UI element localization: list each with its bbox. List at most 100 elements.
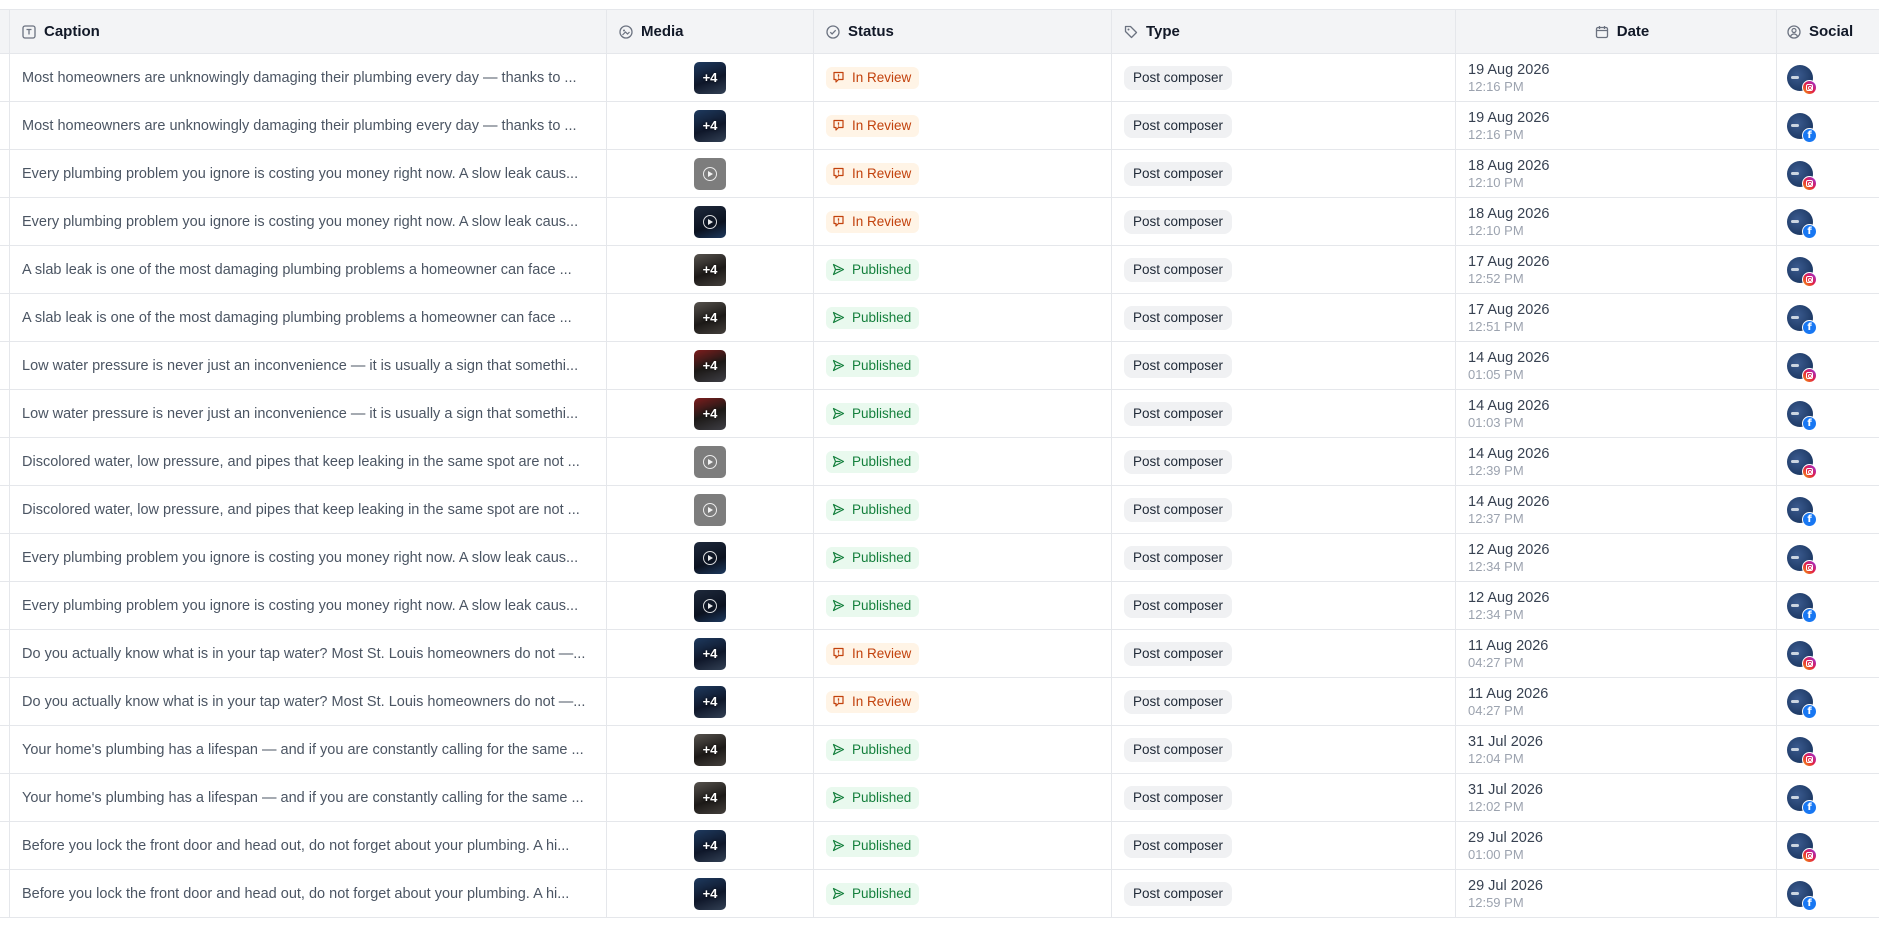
account-avatar[interactable] [1787, 736, 1817, 767]
table-row[interactable]: Do you actually know what is in your tap… [0, 678, 1879, 726]
row-select-cell[interactable] [0, 342, 10, 389]
table-row[interactable]: Every plumbing problem you ignore is cos… [0, 534, 1879, 582]
gallery-thumbnail[interactable]: +4 [694, 733, 726, 766]
caption-cell[interactable]: Every plumbing problem you ignore is cos… [10, 198, 607, 245]
gallery-thumbnail[interactable]: +4 [694, 349, 726, 382]
row-select-cell[interactable] [0, 486, 10, 533]
row-select-cell[interactable] [0, 582, 10, 629]
column-header-caption[interactable]: Caption [10, 10, 607, 53]
account-avatar[interactable]: f [1787, 208, 1817, 239]
gallery-thumbnail[interactable]: +4 [694, 301, 726, 334]
row-select-cell[interactable] [0, 630, 10, 677]
gallery-thumbnail[interactable]: +4 [694, 877, 726, 910]
account-avatar[interactable]: f [1787, 592, 1817, 623]
media-cell[interactable] [607, 198, 814, 245]
account-avatar[interactable] [1787, 160, 1817, 191]
caption-cell[interactable]: Before you lock the front door and head … [10, 822, 607, 869]
account-avatar[interactable] [1787, 640, 1817, 671]
table-row[interactable]: Before you lock the front door and head … [0, 870, 1879, 918]
account-avatar[interactable] [1787, 64, 1817, 95]
caption-cell[interactable]: Most homeowners are unknowingly damaging… [10, 102, 607, 149]
media-cell[interactable]: +4 [607, 342, 814, 389]
table-row[interactable]: A slab leak is one of the most damaging … [0, 246, 1879, 294]
account-avatar[interactable]: f [1787, 304, 1817, 335]
media-cell[interactable] [607, 438, 814, 485]
social-cell[interactable]: f [1777, 774, 1879, 821]
gallery-thumbnail[interactable]: +4 [694, 61, 726, 94]
account-avatar[interactable] [1787, 448, 1817, 479]
media-cell[interactable]: +4 [607, 678, 814, 725]
table-row[interactable]: Before you lock the front door and head … [0, 822, 1879, 870]
media-cell[interactable]: +4 [607, 822, 814, 869]
caption-cell[interactable]: Your home's plumbing has a lifespan — an… [10, 726, 607, 773]
video-thumbnail[interactable] [694, 589, 726, 622]
row-select-cell[interactable] [0, 822, 10, 869]
account-avatar[interactable] [1787, 544, 1817, 575]
table-row[interactable]: Your home's plumbing has a lifespan — an… [0, 774, 1879, 822]
row-select-cell[interactable] [0, 102, 10, 149]
media-cell[interactable]: +4 [607, 54, 814, 101]
row-select-cell[interactable] [0, 774, 10, 821]
social-cell[interactable]: f [1777, 198, 1879, 245]
account-avatar[interactable]: f [1787, 400, 1817, 431]
social-cell[interactable] [1777, 726, 1879, 773]
social-cell[interactable]: f [1777, 390, 1879, 437]
account-avatar[interactable] [1787, 832, 1817, 863]
table-row[interactable]: Discolored water, low pressure, and pipe… [0, 486, 1879, 534]
column-header-media[interactable]: Media [607, 10, 814, 53]
caption-cell[interactable]: Discolored water, low pressure, and pipe… [10, 438, 607, 485]
caption-cell[interactable]: Every plumbing problem you ignore is cos… [10, 582, 607, 629]
gallery-thumbnail[interactable]: +4 [694, 253, 726, 286]
social-cell[interactable] [1777, 54, 1879, 101]
caption-cell[interactable]: A slab leak is one of the most damaging … [10, 246, 607, 293]
video-thumbnail[interactable] [694, 157, 726, 190]
video-thumbnail[interactable] [694, 541, 726, 574]
video-thumbnail[interactable] [694, 205, 726, 238]
account-avatar[interactable]: f [1787, 688, 1817, 719]
media-cell[interactable] [607, 582, 814, 629]
account-avatar[interactable]: f [1787, 880, 1817, 911]
gallery-thumbnail[interactable]: +4 [694, 109, 726, 142]
caption-cell[interactable]: Your home's plumbing has a lifespan — an… [10, 774, 607, 821]
table-row[interactable]: Low water pressure is never just an inco… [0, 342, 1879, 390]
caption-cell[interactable]: A slab leak is one of the most damaging … [10, 294, 607, 341]
social-cell[interactable] [1777, 534, 1879, 581]
column-header-social[interactable]: Social [1777, 10, 1879, 53]
gallery-thumbnail[interactable]: +4 [694, 397, 726, 430]
social-cell[interactable] [1777, 630, 1879, 677]
social-cell[interactable]: f [1777, 486, 1879, 533]
table-row[interactable]: Most homeowners are unknowingly damaging… [0, 54, 1879, 102]
row-select-cell[interactable] [0, 390, 10, 437]
row-select-cell[interactable] [0, 198, 10, 245]
social-cell[interactable]: f [1777, 870, 1879, 917]
social-cell[interactable]: f [1777, 102, 1879, 149]
row-select-cell[interactable] [0, 246, 10, 293]
video-thumbnail[interactable] [694, 493, 726, 526]
media-cell[interactable]: +4 [607, 774, 814, 821]
account-avatar[interactable]: f [1787, 784, 1817, 815]
social-cell[interactable]: f [1777, 582, 1879, 629]
media-cell[interactable] [607, 150, 814, 197]
gallery-thumbnail[interactable]: +4 [694, 781, 726, 814]
media-cell[interactable]: +4 [607, 102, 814, 149]
social-cell[interactable] [1777, 822, 1879, 869]
account-avatar[interactable] [1787, 256, 1817, 287]
gallery-thumbnail[interactable]: +4 [694, 685, 726, 718]
account-avatar[interactable]: f [1787, 112, 1817, 143]
caption-cell[interactable]: Low water pressure is never just an inco… [10, 342, 607, 389]
caption-cell[interactable]: Do you actually know what is in your tap… [10, 678, 607, 725]
gallery-thumbnail[interactable]: +4 [694, 637, 726, 670]
column-header-date[interactable]: Date [1456, 10, 1777, 53]
table-row[interactable]: Every plumbing problem you ignore is cos… [0, 582, 1879, 630]
table-row[interactable]: Every plumbing problem you ignore is cos… [0, 198, 1879, 246]
row-select-cell[interactable] [0, 150, 10, 197]
caption-cell[interactable]: Low water pressure is never just an inco… [10, 390, 607, 437]
account-avatar[interactable] [1787, 352, 1817, 383]
media-cell[interactable]: +4 [607, 246, 814, 293]
media-cell[interactable] [607, 534, 814, 581]
table-row[interactable]: Do you actually know what is in your tap… [0, 630, 1879, 678]
social-cell[interactable]: f [1777, 294, 1879, 341]
social-cell[interactable] [1777, 342, 1879, 389]
table-row[interactable]: A slab leak is one of the most damaging … [0, 294, 1879, 342]
caption-cell[interactable]: Do you actually know what is in your tap… [10, 630, 607, 677]
